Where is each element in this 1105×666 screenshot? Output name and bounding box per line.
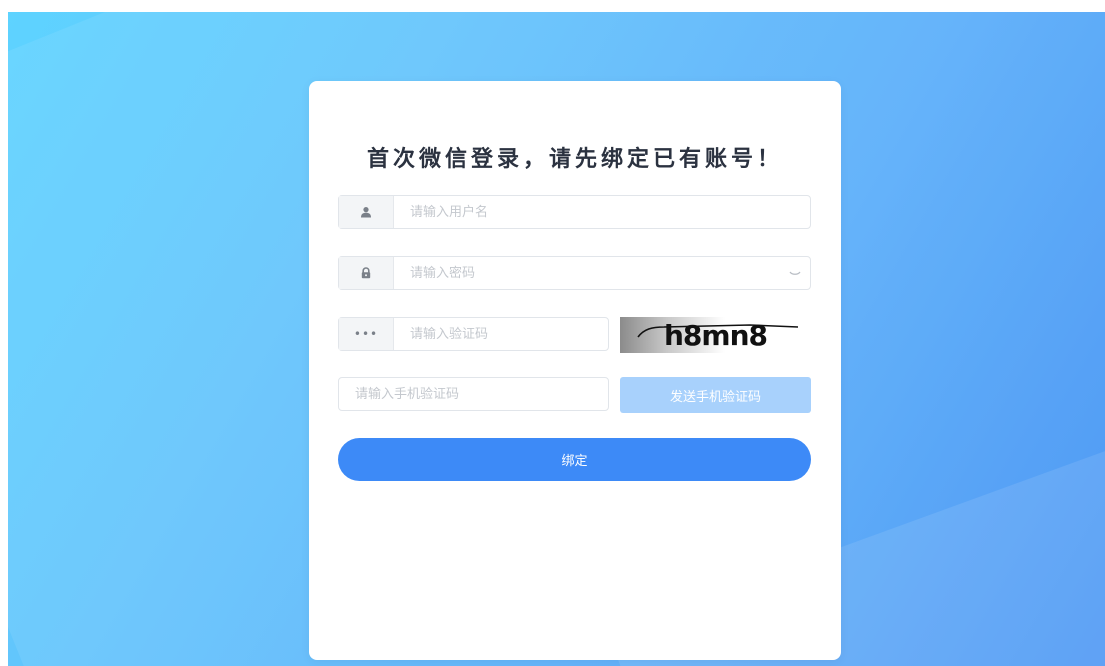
- username-field: [338, 195, 811, 229]
- page-title: 首次微信登录，请先绑定已有账号！: [366, 147, 783, 172]
- captcha-image[interactable]: h8mn8: [620, 317, 811, 353]
- bind-account-card: 首次微信登录，请先绑定已有账号！ 请输入用户名 ••• 请输入验证码 h8mn8…: [309, 81, 841, 660]
- password-input[interactable]: [394, 257, 780, 289]
- lock-icon: [339, 257, 394, 289]
- captcha-code: h8mn8: [664, 319, 768, 352]
- page-background: 首次微信登录，请先绑定已有账号！ 请输入用户名 ••• 请输入验证码 h8mn8…: [8, 12, 1105, 666]
- sms-code-field: [338, 377, 609, 411]
- send-sms-button[interactable]: 发送手机验证码: [620, 377, 811, 413]
- captcha-input[interactable]: [394, 318, 608, 350]
- captcha-field: •••: [338, 317, 609, 351]
- sms-code-input[interactable]: [339, 378, 608, 410]
- password-field: [338, 256, 811, 290]
- bind-button[interactable]: 绑定: [338, 438, 811, 481]
- dots-icon: •••: [339, 318, 394, 350]
- user-icon: [339, 196, 394, 228]
- eye-closed-icon[interactable]: [780, 266, 810, 280]
- username-input[interactable]: [394, 196, 810, 228]
